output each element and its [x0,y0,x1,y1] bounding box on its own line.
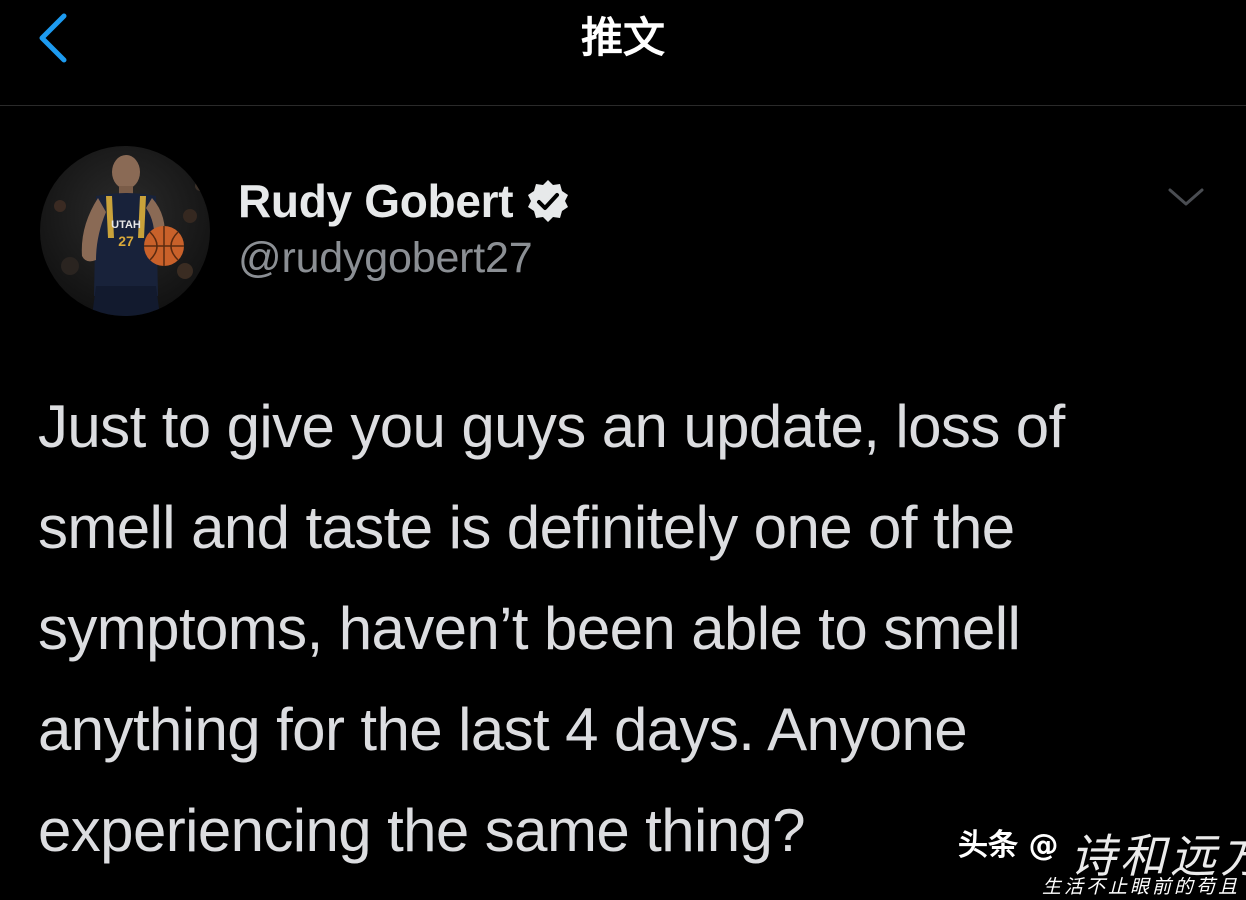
avatar[interactable]: UTAH 27 [40,146,210,316]
svg-text:UTAH: UTAH [111,219,141,231]
author-handle[interactable]: @rudygobert27 [238,234,533,283]
author-name[interactable]: Rudy Gobert [238,174,514,228]
watermark: 头条 @ 诗和远方 生活不止眼前的苟且 [958,820,1246,898]
verified-badge-icon [525,178,571,224]
svg-text:27: 27 [118,233,134,249]
watermark-source: 头条 @ [958,828,1059,863]
page-title: 推文 [580,13,665,62]
top-navigation-bar: 推文 [0,0,1246,106]
author-name-row: Rudy Gobert [238,172,571,230]
basketball-player-avatar: UTAH 27 [54,155,205,316]
chevron-down-icon [1168,188,1204,206]
tweet-body-text: Just to give you guys an update, loss of… [38,393,1065,864]
watermark-tagline: 生活不止眼前的苟且 [1041,876,1240,898]
tweet-options-button[interactable] [1166,182,1206,212]
